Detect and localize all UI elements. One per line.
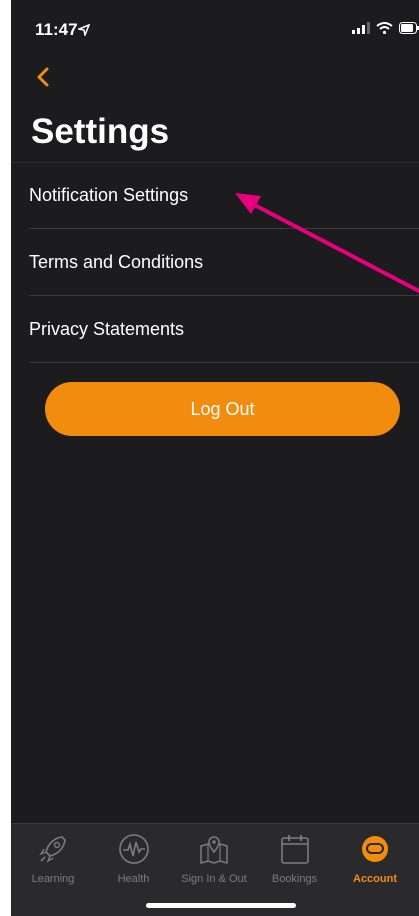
tab-bookings[interactable]: Bookings [255,824,335,885]
status-icons [352,22,419,34]
terms-and-conditions-row[interactable]: Terms and Conditions [11,229,419,296]
tab-sign-in-out[interactable]: Sign In & Out [174,824,254,885]
notification-settings-row[interactable]: Notification Settings [11,162,419,229]
row-label: Terms and Conditions [29,252,204,272]
tab-label: Sign In & Out [181,873,247,885]
tab-label: Account [353,873,397,885]
tab-label: Learning [31,873,75,885]
status-time: 11:47 [35,20,78,39]
privacy-statements-row[interactable]: Privacy Statements [11,296,419,363]
helmet-icon [362,836,388,862]
heartbeat-icon [118,834,149,864]
tab-bar: Learning Health Sign In & Out Bookings A… [11,823,419,916]
rocket-icon [39,836,66,863]
tab-account[interactable]: Account [335,824,415,885]
status-bar: 11:47 [11,0,419,60]
row-label: Privacy Statements [29,319,185,339]
home-indicator [146,903,296,908]
settings-list: Notification Settings Terms and Conditio… [11,162,419,363]
log-out-button[interactable]: Log Out [45,382,400,436]
app-screen: 11:47 Settings Notification Settings Ter… [11,0,419,916]
tab-label: Health [117,873,150,885]
tab-learning[interactable]: Learning [13,824,93,885]
tab-health[interactable]: Health [94,824,174,885]
map-pin-icon [200,836,228,864]
location-arrow-icon [78,24,90,36]
battery-icon [399,22,419,34]
back-chevron-icon[interactable] [31,64,57,90]
calendar-icon [280,835,309,864]
row-label: Notification Settings [29,185,189,205]
tab-label: Bookings [271,873,318,885]
signal-icon [352,22,370,34]
page-title: Settings [31,112,170,151]
wifi-icon [376,22,393,34]
